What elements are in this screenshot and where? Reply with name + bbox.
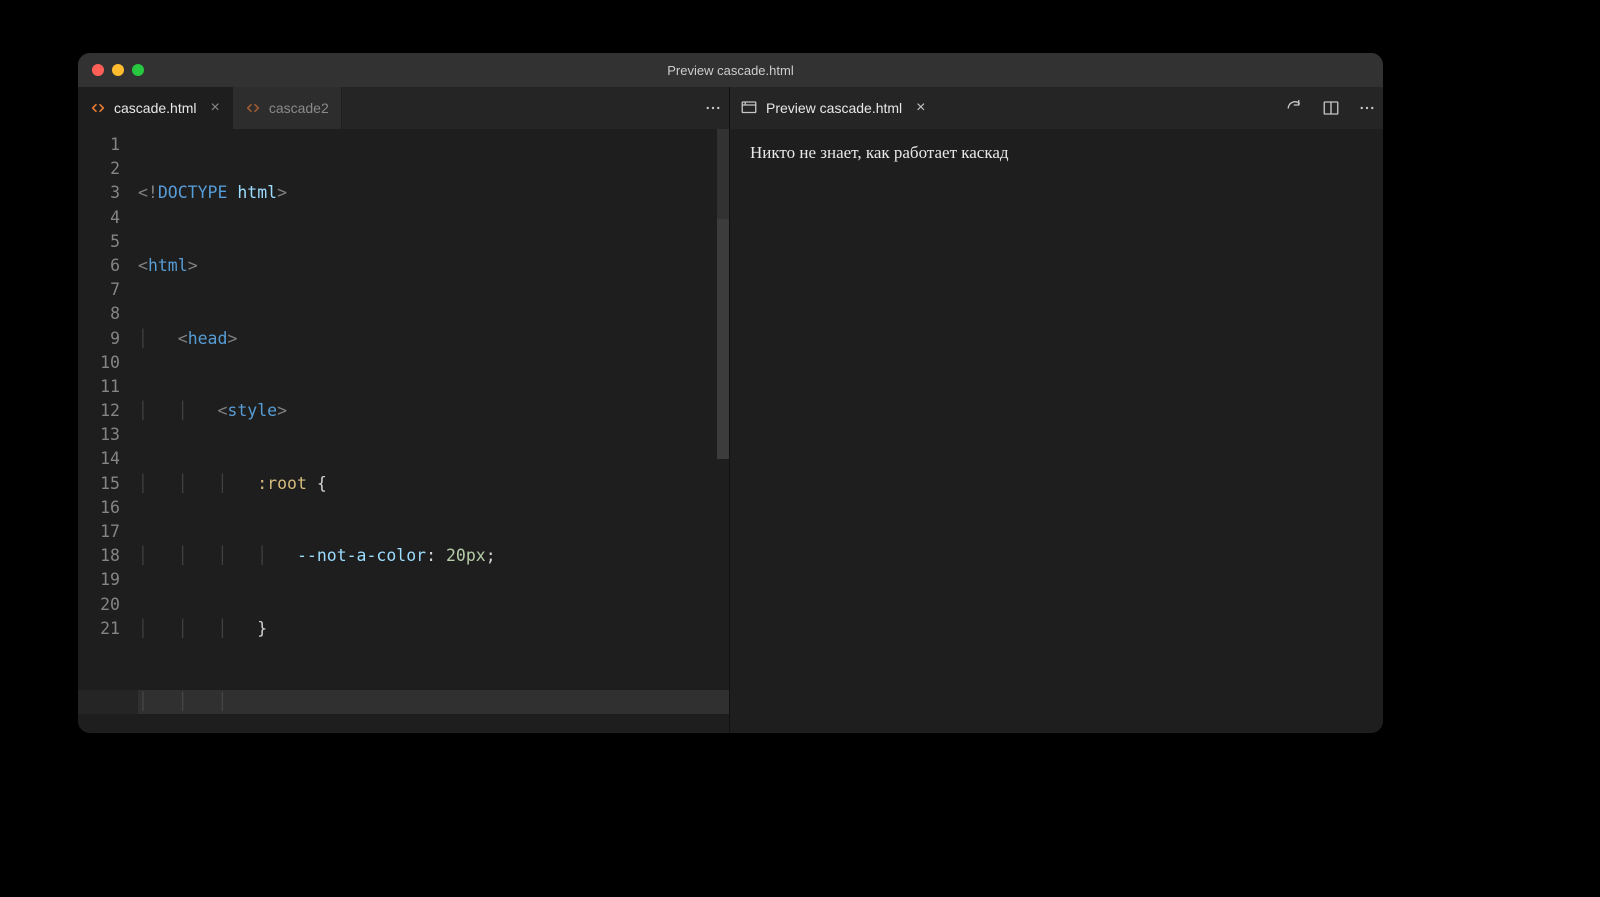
- preview-icon: [740, 99, 758, 117]
- preview-pane: Preview cascade.html ×: [730, 87, 1383, 733]
- editor-pane: cascade.html × cascade2: [78, 87, 730, 733]
- preview-tabbar: Preview cascade.html ×: [730, 87, 1383, 129]
- close-tab-icon[interactable]: ×: [210, 99, 219, 117]
- more-actions-icon[interactable]: [1357, 98, 1377, 118]
- tab-preview[interactable]: Preview cascade.html ×: [738, 87, 932, 129]
- split-editor-icon[interactable]: [1321, 98, 1341, 118]
- tab-label: cascade2: [269, 100, 329, 116]
- minimize-window-button[interactable]: [112, 64, 124, 76]
- preview-viewport: Никто не знает, как работает каскад: [730, 129, 1383, 733]
- preview-paragraph: Никто не знает, как работает каскад: [750, 143, 1363, 163]
- app-window: Preview cascade.html cascade.html ×: [78, 53, 1383, 733]
- close-window-button[interactable]: [92, 64, 104, 76]
- html-file-icon: [245, 100, 261, 116]
- titlebar: Preview cascade.html: [78, 53, 1383, 87]
- refresh-icon[interactable]: [1285, 98, 1305, 118]
- code-content[interactable]: <!DOCTYPE html> <html> │ <head> │ │ <sty…: [138, 129, 729, 733]
- code-editor[interactable]: 123456789101112131415161718192021 <!DOCT…: [78, 129, 729, 733]
- tab-label: cascade.html: [114, 100, 196, 116]
- editor-scrollbar[interactable]: [715, 129, 729, 733]
- zoom-window-button[interactable]: [132, 64, 144, 76]
- window-title: Preview cascade.html: [78, 63, 1383, 78]
- editor-tab-actions: [703, 87, 723, 129]
- editor-tabbar: cascade.html × cascade2: [78, 87, 729, 129]
- tab-cascade2[interactable]: cascade2: [233, 87, 342, 129]
- preview-actions: [1285, 87, 1377, 129]
- tab-cascade-html[interactable]: cascade.html ×: [78, 87, 233, 129]
- window-controls: [92, 64, 144, 76]
- preview-tab-label: Preview cascade.html: [766, 100, 902, 116]
- line-gutter: 123456789101112131415161718192021: [78, 129, 138, 733]
- more-actions-icon[interactable]: [703, 98, 723, 118]
- close-preview-icon[interactable]: ×: [916, 99, 925, 117]
- html-file-icon: [90, 100, 106, 116]
